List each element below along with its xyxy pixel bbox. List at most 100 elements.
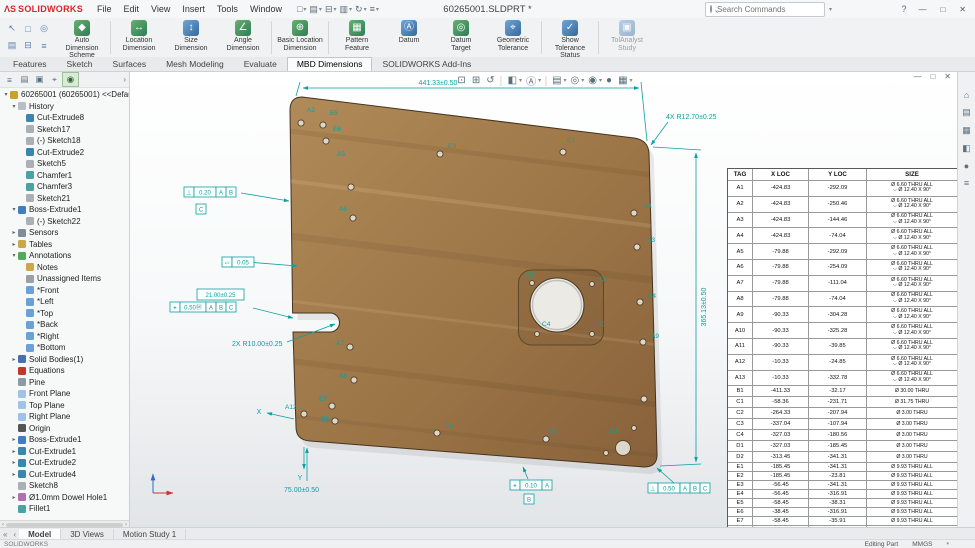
hole-table-row-a8[interactable]: A8-79.88-74.04Ø 6.60 THRU ALL⌵ Ø 12.40 X… [728,292,957,308]
hole[interactable] [437,151,443,157]
hole[interactable] [640,339,646,345]
convert-icon[interactable]: ⊟ [20,37,36,54]
hole-table-row-e1[interactable]: E1-185.45-341.31Ø 9.93 THRU ALL [728,463,957,472]
display-style-icon[interactable]: ◎ [569,75,582,86]
tree-item--back[interactable]: *Back [0,319,129,331]
hole-table-row-e3[interactable]: E3-56.45-341.31Ø 9.93 THRU ALL [728,481,957,490]
maximize-button[interactable]: □ [933,4,952,15]
search-caret-icon[interactable]: ▾ [829,6,832,13]
hole[interactable] [634,244,640,250]
hole-label-e7[interactable]: E7 [319,396,327,403]
hole-label-a1[interactable]: A1 [644,203,652,210]
menu-window[interactable]: Window [244,2,288,16]
featuremanager-tab[interactable]: ≡ [2,73,17,86]
trim-icon[interactable]: ▤ [4,37,20,54]
dimension-text[interactable]: Y [298,475,303,482]
tree-item--sketch18[interactable]: (-) Sketch18 [0,135,129,147]
tree-item-equations[interactable]: Equations [0,365,129,377]
hole[interactable] [590,332,595,337]
geometric-tolerance-button[interactable]: ⌖GeometricTolerance [487,18,539,57]
menu-view[interactable]: View [145,2,176,16]
display-style-icon-caret[interactable]: ▾ [581,77,584,84]
smart-dimension-icon[interactable]: ◎ [36,20,52,37]
hole-table-row-e2[interactable]: E2-185.45-23.81Ø 9.93 THRU ALL [728,472,957,481]
section-view-icon-caret[interactable]: ▾ [519,77,522,84]
menu-tools[interactable]: Tools [211,2,244,16]
search-box[interactable]: ▾ [705,2,825,17]
hole-label-a9[interactable]: A9 [651,333,659,340]
tree-expand-icon[interactable]: ▸ [10,436,18,443]
hole-label-c3[interactable]: C3 [600,321,609,328]
hole-table[interactable]: TAGX LOCY LOCSIZEA1-424.83-292.09Ø 6.60 … [727,168,958,528]
hole[interactable] [434,430,440,436]
hole[interactable] [604,451,609,456]
bottom-tab-motion-study-1[interactable]: Motion Study 1 [114,529,186,540]
tree-item-sketch5[interactable]: Sketch5 [0,158,129,170]
view-palette-icon[interactable]: ◧ [962,143,971,154]
hole-label-a2[interactable]: A2 [307,107,315,114]
hole-table-row-a11[interactable]: A11-90.33-39.85Ø 6.60 THRU ALL⌵ Ø 12.40 … [728,339,957,355]
resources-icon[interactable]: ⌂ [964,90,969,100]
hole-label-c2[interactable]: C2 [600,276,609,283]
hide-show-items-icon[interactable]: ◉ [586,75,599,86]
annotation-views-icon-caret[interactable]: ▾ [538,77,541,84]
hole-label-a4[interactable]: A4 [648,293,656,300]
bottom-nav-icon[interactable]: « [0,530,10,539]
hole[interactable] [530,281,535,286]
hole[interactable] [560,149,566,155]
hole-table-row-e5[interactable]: E5-58.45-38.31Ø 9.93 THRU ALL [728,499,957,508]
location-dimension-button[interactable]: ↔LocationDimension [113,18,165,57]
tree-item--front[interactable]: *Front [0,285,129,297]
tree-expand-icon[interactable]: ▸ [10,229,18,236]
hole[interactable] [641,396,647,402]
hole[interactable] [329,403,335,409]
hole[interactable] [350,215,356,221]
hole[interactable] [298,120,304,126]
tree-item-cut-extrude8[interactable]: Cut-Extrude8 [0,112,129,124]
tab-sketch[interactable]: Sketch [57,57,103,71]
hole-label-a7[interactable]: A7 [336,340,344,347]
tab-mbd-dimensions[interactable]: MBD Dimensions [287,57,373,71]
units-caret-icon[interactable]: ▾ [946,541,949,547]
tree-item-sensors[interactable]: ▸Sensors [0,227,129,239]
tree-item--sketch22[interactable]: (-) Sketch22 [0,216,129,228]
size-dimension-button[interactable]: ↕SizeDimension [165,18,217,57]
hole-table-row-a13[interactable]: A13-10.33-332.78Ø 6.60 THRU ALL⌵ Ø 12.40… [728,371,957,387]
annotation-views-icon[interactable]: Ⓐ [524,73,538,88]
hole-table-row-e7[interactable]: E7-58.45-35.91Ø 9.93 THRU ALL [728,517,957,526]
tab-evaluate[interactable]: Evaluate [234,57,287,71]
scrollbar-thumb[interactable] [6,523,123,527]
offset-icon[interactable]: ≡ [36,37,52,54]
hole-table-row-a3[interactable]: A3-424.83-144.46Ø 6.60 THRU ALL⌵ Ø 12.40… [728,213,957,229]
hole-label-e8[interactable]: E8 [321,416,329,423]
hole[interactable] [637,299,643,305]
basic-location-dimension-button[interactable]: ⊕Basic LocationDimension [274,18,326,57]
hole[interactable] [323,138,329,144]
hole[interactable] [348,184,354,190]
zoom-fit-icon[interactable]: ⊡ [455,75,467,86]
hole-label-b1[interactable]: B1 [610,428,618,435]
tree-expand-icon[interactable]: ▸ [10,471,18,478]
file-explorer-icon[interactable]: ▦ [962,125,971,136]
tab-surfaces[interactable]: Surfaces [103,57,157,71]
doc-minimize-icon[interactable]: — [909,72,925,81]
tree-expand-icon[interactable]: ▾ [10,252,18,259]
panel-chevron-icon[interactable]: › [123,75,129,84]
hole-table-row-a10[interactable]: A10-90.33-325.28Ø 6.60 THRU ALL⌵ Ø 12.40… [728,323,957,339]
tree-expand-icon[interactable]: ▸ [10,356,18,363]
hole-table-row-a2[interactable]: A2-424.83-250.46Ø 6.60 THRU ALL⌵ Ø 12.40… [728,197,957,213]
tree-item-chamfer3[interactable]: Chamfer3 [0,181,129,193]
help-icon[interactable]: ? [896,3,911,15]
view-settings-icon-caret[interactable]: ▾ [630,77,633,84]
hole-table-row-a5[interactable]: A5-79.88-292.09Ø 6.60 THRU ALL⌵ Ø 12.40 … [728,244,957,260]
hole-table-row-e4[interactable]: E4-56.45-316.91Ø 9.93 THRU ALL [728,490,957,499]
hole[interactable] [543,436,549,442]
hole-table-row-c2[interactable]: C2-264.33-207.94Ø 3.00 THRU [728,408,957,419]
tree-expand-icon[interactable]: ▾ [10,103,18,110]
hole-label-a12[interactable]: A12 [285,404,297,411]
hole-table-row-a1[interactable]: A1-424.83-292.09Ø 6.60 THRU ALL⌵ Ø 12.40… [728,181,957,197]
hole-table-row-a6[interactable]: A6-79.88-254.09Ø 6.60 THRU ALL⌵ Ø 12.40 … [728,260,957,276]
section-view-icon[interactable]: ◧ [506,75,519,86]
tree-item-boss-extrude1[interactable]: ▸Boss-Extrude1 [0,434,129,446]
tree-expand-icon[interactable]: ▾ [2,91,10,98]
